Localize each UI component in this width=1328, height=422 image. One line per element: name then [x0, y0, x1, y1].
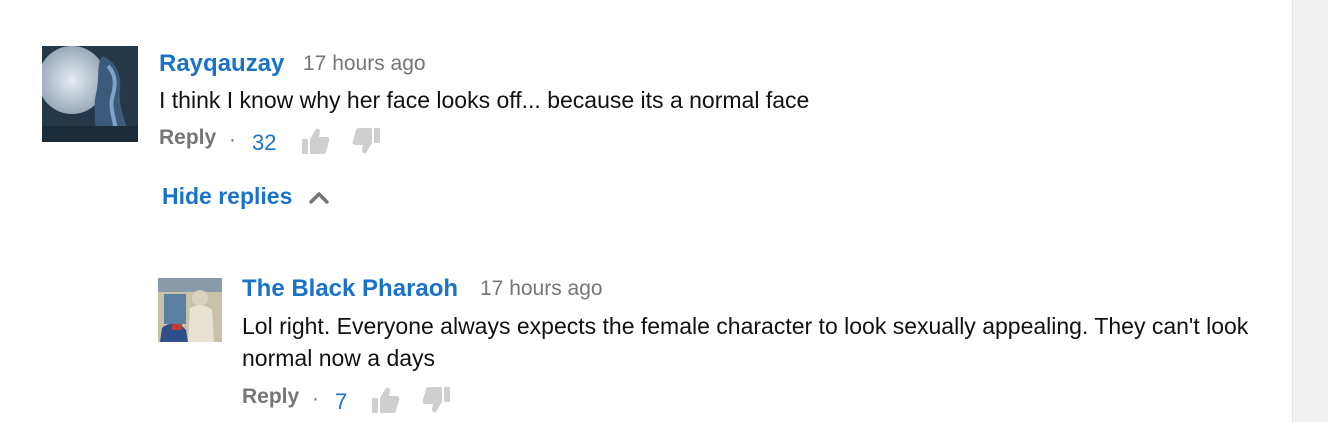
- thumbs-up-icon[interactable]: [300, 126, 330, 161]
- thumbs-down-icon[interactable]: [422, 385, 452, 420]
- hide-replies-button[interactable]: Hide replies: [162, 183, 329, 211]
- thumbs-up-icon[interactable]: [370, 385, 400, 420]
- reply-button[interactable]: Reply: [242, 385, 299, 409]
- avatar[interactable]: [158, 278, 222, 342]
- reply-timestamp[interactable]: 17 hours ago: [480, 277, 603, 301]
- comment-actions: Reply · 32: [159, 126, 419, 156]
- comment-text: I think I know why her face looks off...…: [159, 87, 810, 113]
- thumbs-down-icon[interactable]: [352, 126, 382, 161]
- reply-text: Lol right. Everyone always expects the f…: [242, 313, 1249, 371]
- separator: ·: [312, 387, 319, 410]
- avatar[interactable]: [42, 46, 138, 142]
- reply-author[interactable]: The Black Pharaoh: [242, 275, 458, 303]
- reply-actions: Reply · 7: [242, 385, 482, 415]
- reply-button[interactable]: Reply: [159, 126, 216, 150]
- comment-timestamp[interactable]: 17 hours ago: [303, 52, 426, 76]
- comments-panel: Rayqauzay 17 hours ago I think I know wh…: [0, 0, 1293, 422]
- separator: ·: [229, 128, 236, 151]
- hide-replies-label: Hide replies: [162, 183, 293, 209]
- comment-author[interactable]: Rayqauzay: [159, 50, 284, 78]
- like-count: 7: [335, 389, 348, 414]
- chevron-up-icon: [309, 184, 329, 211]
- like-count: 32: [252, 130, 277, 155]
